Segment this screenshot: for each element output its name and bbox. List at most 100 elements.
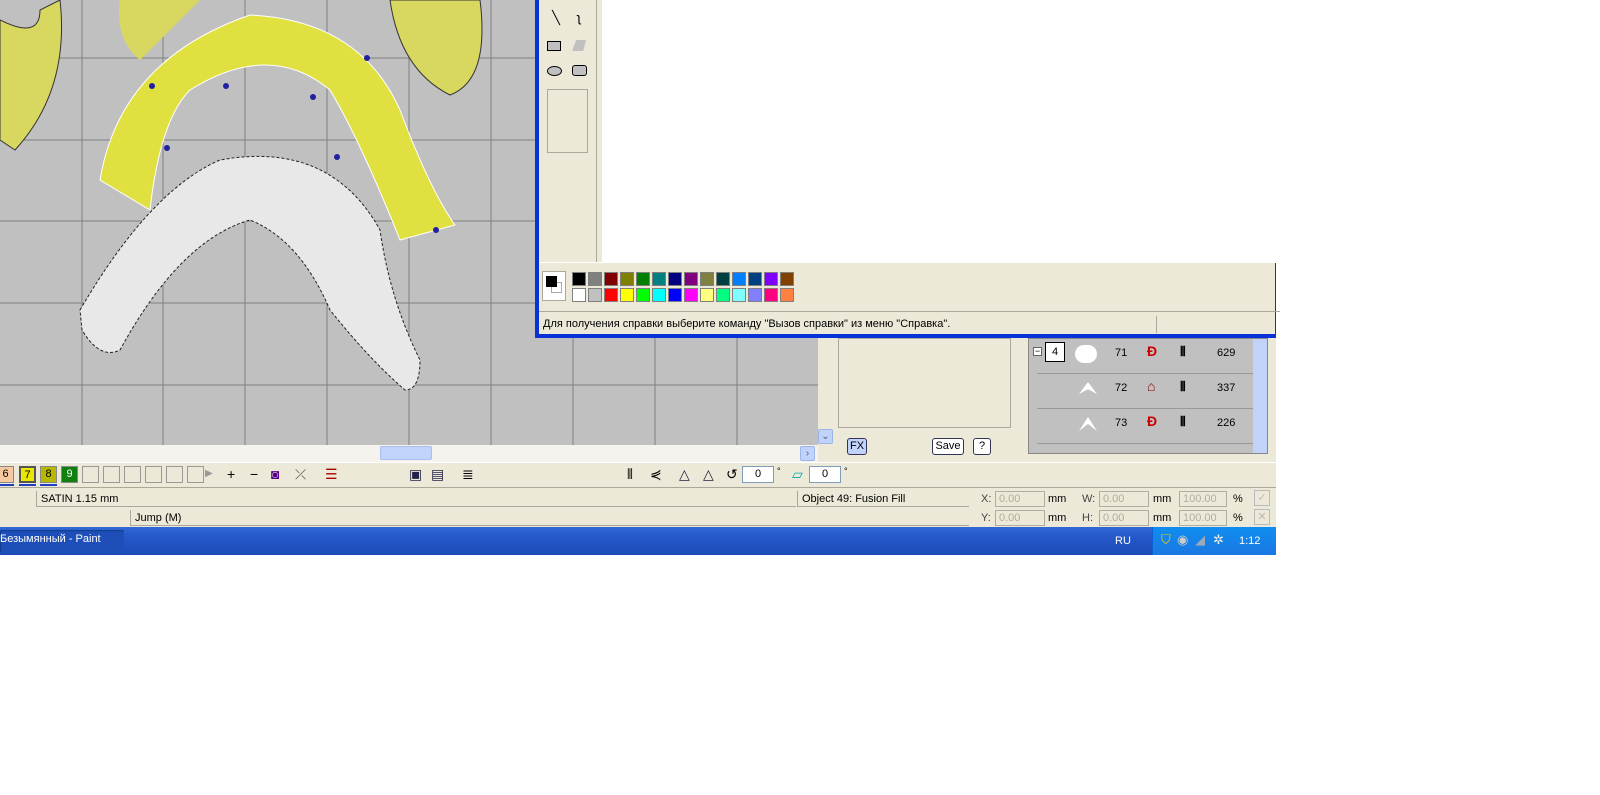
rotate-right-icon[interactable]: △ [703, 466, 714, 482]
palette-color[interactable] [652, 288, 666, 302]
object-row[interactable]: 72 ⌂ ⦀ 337 [1037, 374, 1261, 409]
slant-angle-input[interactable]: 0 [809, 466, 841, 483]
empty-swatch[interactable] [82, 466, 99, 483]
line-tool-icon[interactable]: ╲ [545, 10, 567, 28]
zoom-out-icon[interactable]: − [250, 466, 258, 482]
palette-color[interactable] [732, 272, 746, 286]
preview-box [838, 338, 1011, 428]
x-input[interactable]: 0.00 [995, 491, 1045, 507]
empty-swatch[interactable] [145, 466, 162, 483]
paint-canvas[interactable] [602, 0, 1280, 262]
object-row[interactable]: 71 Ð ⦀ 629 [1037, 339, 1261, 374]
list-scrollbar[interactable] [1253, 339, 1267, 453]
paint-status-text: Для получения справки выберите команду "… [541, 316, 1157, 333]
scroll-down-button[interactable]: ⌄ [818, 429, 833, 444]
language-indicator[interactable]: RU [1115, 535, 1131, 547]
color-swatch-8[interactable]: 8 [40, 466, 57, 483]
y-input[interactable]: 0.00 [995, 510, 1045, 526]
palette-color[interactable] [636, 272, 650, 286]
satin-type-icon: ⌂ [1147, 378, 1156, 394]
empty-swatch[interactable] [187, 466, 204, 483]
security-shield-icon[interactable]: ⛉ [1161, 532, 1171, 548]
palette-color[interactable] [572, 272, 586, 286]
palette-color[interactable] [652, 272, 666, 286]
rectangle-tool-icon[interactable] [547, 41, 561, 51]
palette-color[interactable] [684, 272, 698, 286]
ellipse-tool-icon[interactable] [547, 66, 562, 76]
cancel-x-icon[interactable]: ✕ [1254, 509, 1270, 525]
zoom-in-icon[interactable]: + [227, 466, 235, 482]
scroll-right-button[interactable]: › [800, 446, 815, 461]
palette-color[interactable] [716, 272, 730, 286]
palette-color[interactable] [636, 288, 650, 302]
color-list-icon[interactable]: ☰ [325, 466, 338, 482]
stitch-type-status: SATIN 1.15 mm [36, 491, 796, 507]
palette-color[interactable] [764, 272, 778, 286]
scale-x-input[interactable]: 100.00 [1179, 491, 1227, 507]
taskbar-button-paint[interactable]: Безымянный - Paint [0, 530, 124, 552]
rotate-angle-input[interactable]: 0 [742, 466, 774, 483]
object-list[interactable]: − 4 71 Ð ⦀ 629 72 ⌂ ⦀ 337 73 Ð ⦀ 226 [1028, 338, 1268, 454]
color-swatch-7[interactable]: 7 [19, 466, 36, 483]
palette-color[interactable] [748, 288, 762, 302]
width-input[interactable]: 0.00 [1099, 491, 1149, 507]
horizontal-scrollbar[interactable]: › [0, 445, 818, 462]
polygon-tool-icon[interactable] [572, 40, 586, 51]
palette-color[interactable] [716, 288, 730, 302]
swatch-more-arrow-icon[interactable]: ▶ [205, 466, 213, 482]
photo-icon[interactable]: ▣ [409, 466, 422, 482]
palette-color[interactable] [668, 288, 682, 302]
object-row[interactable]: 73 Ð ⦀ 226 [1037, 409, 1261, 444]
help-button[interactable]: ? [973, 438, 991, 455]
mirror-vertical-icon[interactable]: ⋞ [650, 466, 662, 482]
rotate-left-icon[interactable]: △ [679, 466, 690, 482]
system-tray: ⛉ ◉ ◢ ✲ 1:12 [1152, 527, 1276, 555]
speaker-icon[interactable]: ◉ [1177, 532, 1188, 548]
clock[interactable]: 1:12 [1239, 535, 1260, 547]
color-fill-icon[interactable]: ◙ [271, 466, 279, 482]
save-button[interactable]: Save [932, 438, 964, 455]
rounded-rectangle-tool-icon[interactable] [572, 65, 587, 76]
palette-color[interactable] [684, 288, 698, 302]
palette-color[interactable] [700, 272, 714, 286]
unit-label: mm [1048, 493, 1067, 505]
empty-swatch[interactable] [103, 466, 120, 483]
empty-swatch[interactable] [124, 466, 141, 483]
tray-app-icon[interactable]: ✲ [1213, 532, 1224, 548]
palette-color[interactable] [780, 272, 794, 286]
palette-color[interactable] [588, 272, 602, 286]
w-label: W: [1082, 493, 1096, 505]
palette-color[interactable] [764, 288, 778, 302]
split-icon[interactable]: ⤫ [295, 466, 306, 482]
apply-check-icon[interactable]: ✓ [1254, 490, 1270, 506]
tool-options-box[interactable] [547, 89, 588, 153]
palette-color[interactable] [780, 288, 794, 302]
mirror-horizontal-icon[interactable]: ⫴ [627, 466, 633, 482]
palette-color[interactable] [572, 288, 586, 302]
fx-button[interactable]: FX [847, 438, 867, 455]
network-icon[interactable]: ◢ [1195, 532, 1205, 548]
paint-toolbox: ╲ ʅ [539, 0, 597, 262]
palette-color[interactable] [748, 272, 762, 286]
color-swatch-9[interactable]: 9 [61, 466, 78, 483]
color-swatch-6[interactable]: 6 [0, 466, 14, 483]
current-colors[interactable] [542, 271, 566, 301]
color-palette [539, 262, 1280, 312]
save-disk-icon[interactable]: ▤ [431, 466, 444, 482]
empty-swatch[interactable] [166, 466, 183, 483]
status-bar: SATIN 1.15 mm Object 49: Fusion Fill Jum… [0, 488, 1276, 527]
palette-color[interactable] [604, 288, 618, 302]
palette-color[interactable] [700, 288, 714, 302]
palette-color[interactable] [732, 288, 746, 302]
palette-color[interactable] [620, 272, 634, 286]
scale-y-input[interactable]: 100.00 [1179, 510, 1227, 526]
scroll-thumb[interactable] [380, 446, 432, 460]
curve-tool-icon[interactable]: ʅ [568, 10, 590, 28]
object-id: 73 [1115, 417, 1128, 429]
height-input[interactable]: 0.00 [1099, 510, 1149, 526]
text-align-icon[interactable]: ≣ [462, 466, 474, 482]
palette-color[interactable] [604, 272, 618, 286]
palette-color[interactable] [620, 288, 634, 302]
palette-color[interactable] [668, 272, 682, 286]
palette-color[interactable] [588, 288, 602, 302]
